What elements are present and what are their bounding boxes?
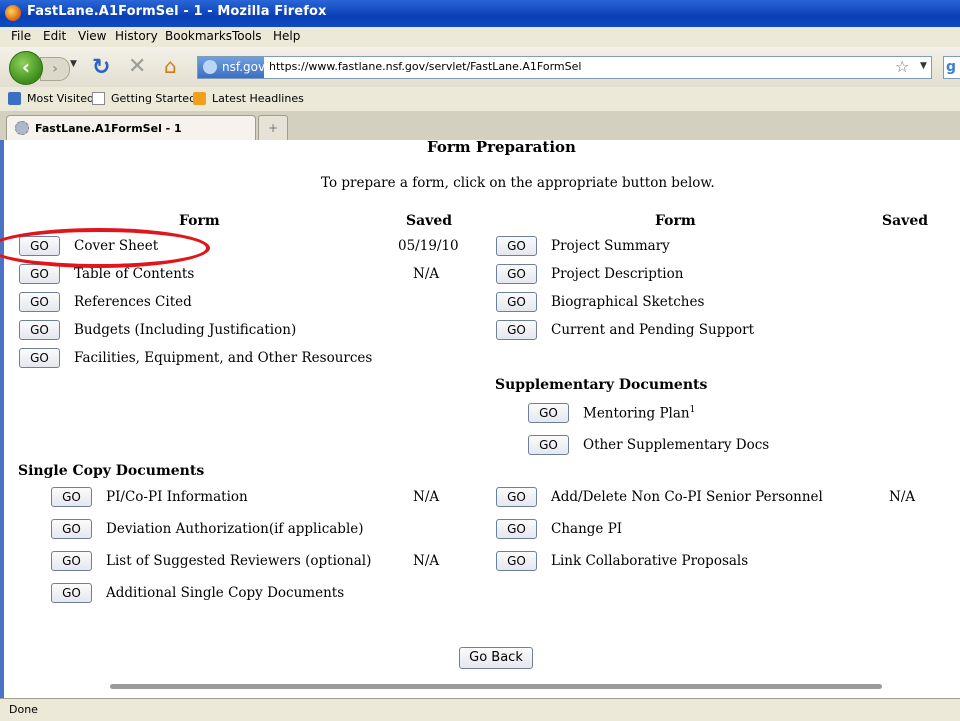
right-form-header: Form bbox=[655, 213, 696, 229]
page-icon bbox=[92, 92, 105, 105]
tab-label: FastLane.A1FormSel - 1 bbox=[35, 122, 182, 135]
go-button-additional-single-copy[interactable]: GO bbox=[51, 583, 92, 603]
go-button-biographical-sketches[interactable]: GO bbox=[496, 292, 537, 312]
search-engine-button[interactable]: g bbox=[943, 56, 960, 79]
go-button-facilities[interactable]: GO bbox=[19, 348, 60, 368]
horizontal-scrollbar[interactable] bbox=[110, 684, 882, 689]
go-button-project-description[interactable]: GO bbox=[496, 264, 537, 284]
menu-bar: File Edit View History Bookmarks Tools H… bbox=[0, 27, 960, 47]
menu-edit[interactable]: Edit bbox=[43, 29, 66, 43]
menu-help[interactable]: Help bbox=[273, 29, 300, 43]
form-label-biographical-sketches: Biographical Sketches bbox=[551, 294, 705, 310]
go-button-table-of-contents[interactable]: GO bbox=[19, 264, 60, 284]
form-label-project-description: Project Description bbox=[551, 266, 684, 282]
go-button-change-pi[interactable]: GO bbox=[496, 519, 537, 539]
history-dropdown-icon[interactable]: ▼ bbox=[70, 59, 77, 69]
form-label-change-pi: Change PI bbox=[551, 521, 623, 537]
bookmark-star-icon[interactable]: ☆ bbox=[895, 57, 909, 76]
go-back-button[interactable]: Go Back bbox=[459, 647, 533, 669]
saved-pi-copi-information: N/A bbox=[413, 489, 440, 505]
url-dropdown-icon[interactable]: ▼ bbox=[920, 61, 927, 71]
reload-icon[interactable]: ↻ bbox=[92, 55, 110, 80]
forward-button[interactable]: › bbox=[40, 57, 70, 81]
tab-strip: FastLane.A1FormSel - 1 + bbox=[0, 111, 960, 141]
bookmark-getting-started[interactable]: Getting Started bbox=[111, 92, 196, 105]
go-button-budgets[interactable]: GO bbox=[19, 320, 60, 340]
bookmark-most-visited[interactable]: Most Visited bbox=[27, 92, 94, 105]
go-button-pi-copi-information[interactable]: GO bbox=[51, 487, 92, 507]
go-button-link-collaborative[interactable]: GO bbox=[496, 551, 537, 571]
saved-date-cover-sheet: 05/19/10 bbox=[398, 238, 459, 254]
left-form-header: Form bbox=[179, 213, 220, 229]
single-copy-heading: Single Copy Documents bbox=[18, 463, 205, 479]
tab-fastlane[interactable]: FastLane.A1FormSel - 1 bbox=[6, 115, 256, 141]
form-label-budgets: Budgets (Including Justification) bbox=[74, 322, 297, 338]
stop-icon[interactable]: ✕ bbox=[128, 54, 146, 79]
form-label-link-collaborative: Link Collaborative Proposals bbox=[551, 553, 749, 569]
site-identity-badge[interactable]: nsf.gov bbox=[198, 57, 266, 78]
menu-history[interactable]: History bbox=[115, 29, 158, 43]
form-label-suggested-reviewers: List of Suggested Reviewers (optional) bbox=[106, 553, 372, 569]
menu-file[interactable]: File bbox=[11, 29, 31, 43]
go-button-project-summary[interactable]: GO bbox=[496, 236, 537, 256]
menu-bookmarks[interactable]: Bookmarks bbox=[165, 29, 232, 43]
home-icon[interactable]: ⌂ bbox=[164, 54, 177, 78]
new-tab-button[interactable]: + bbox=[258, 115, 288, 140]
go-button-add-delete-personnel[interactable]: GO bbox=[496, 487, 537, 507]
right-saved-header: Saved bbox=[882, 213, 929, 229]
firefox-logo-icon bbox=[5, 5, 21, 21]
form-label-other-supplementary: Other Supplementary Docs bbox=[583, 437, 770, 453]
form-label-facilities: Facilities, Equipment, and Other Resourc… bbox=[74, 350, 373, 366]
back-button[interactable]: ‹ bbox=[9, 51, 43, 85]
url-text[interactable]: https://www.fastlane.nsf.gov/servlet/Fas… bbox=[269, 60, 581, 73]
page-content bbox=[4, 140, 960, 698]
go-button-current-pending-support[interactable]: GO bbox=[496, 320, 537, 340]
mentoring-plan-text: Mentoring Plan bbox=[583, 405, 690, 422]
form-label-project-summary: Project Summary bbox=[551, 238, 670, 254]
menu-view[interactable]: View bbox=[78, 29, 106, 43]
instructions-text: To prepare a form, click on the appropri… bbox=[321, 175, 715, 191]
bookmark-latest-headlines[interactable]: Latest Headlines bbox=[212, 92, 304, 105]
form-label-table-of-contents: Table of Contents bbox=[74, 266, 195, 282]
loading-tab-icon bbox=[15, 121, 29, 135]
go-button-deviation-authorization[interactable]: GO bbox=[51, 519, 92, 539]
window-title-bar: FastLane.A1FormSel - 1 - Mozilla Firefox bbox=[0, 0, 960, 27]
most-visited-icon bbox=[8, 92, 21, 105]
status-bar: Done bbox=[0, 698, 960, 721]
form-label-pi-copi-information: PI/Co-PI Information bbox=[106, 489, 248, 505]
go-button-mentoring-plan[interactable]: GO bbox=[528, 403, 569, 423]
form-label-additional-single-copy: Additional Single Copy Documents bbox=[106, 585, 345, 601]
go-button-references-cited[interactable]: GO bbox=[19, 292, 60, 312]
form-label-mentoring-plan: Mentoring Plan1 bbox=[583, 405, 695, 422]
window-title: FastLane.A1FormSel - 1 - Mozilla Firefox bbox=[27, 4, 327, 19]
site-identity-label: nsf.gov bbox=[222, 60, 266, 74]
url-bar[interactable]: nsf.gov https://www.fastlane.nsf.gov/ser… bbox=[197, 56, 932, 79]
footnote-marker: 1 bbox=[689, 405, 696, 415]
saved-add-delete-personnel: N/A bbox=[889, 489, 916, 505]
go-button-other-supplementary[interactable]: GO bbox=[528, 435, 569, 455]
globe-icon bbox=[203, 60, 217, 74]
bookmarks-toolbar: Most Visited Getting Started Latest Head… bbox=[0, 87, 960, 111]
left-saved-header: Saved bbox=[406, 213, 453, 229]
rss-feed-icon bbox=[193, 92, 206, 105]
supplementary-heading: Supplementary Documents bbox=[495, 377, 708, 393]
saved-date-table-of-contents: N/A bbox=[413, 266, 440, 282]
go-button-suggested-reviewers[interactable]: GO bbox=[51, 551, 92, 571]
form-label-references-cited: References Cited bbox=[74, 294, 192, 310]
form-label-add-delete-personnel: Add/Delete Non Co-PI Senior Personnel bbox=[551, 489, 823, 505]
menu-tools[interactable]: Tools bbox=[232, 29, 262, 43]
form-label-deviation-authorization: Deviation Authorization(if applicable) bbox=[106, 521, 364, 537]
form-label-current-pending-support: Current and Pending Support bbox=[551, 322, 754, 338]
page-title: Form Preparation bbox=[427, 138, 576, 156]
status-text: Done bbox=[9, 703, 38, 716]
google-icon: g bbox=[946, 59, 957, 75]
saved-suggested-reviewers: N/A bbox=[413, 553, 440, 569]
